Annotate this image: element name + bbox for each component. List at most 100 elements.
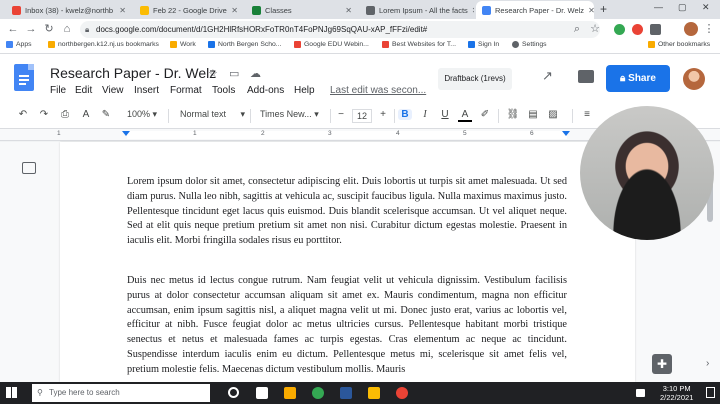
bookmark-other[interactable]: Other bookmarks [648,41,710,48]
back-icon[interactable]: ← [6,22,20,36]
menu-format[interactable]: Format [170,85,202,96]
chevron-down-icon: ▾ [240,109,246,119]
tab-classes[interactable]: Classes ✕ [246,1,358,19]
bookmark-link[interactable]: Best Websites for T... [382,41,456,48]
menu-add-ons[interactable]: Add-ons [247,85,284,96]
browser-menu-icon[interactable]: ⋮ [702,22,716,36]
chrome-profile-icon[interactable] [396,387,408,399]
chrome-icon[interactable] [312,387,324,399]
action-center-icon[interactable] [706,387,715,398]
paragraph[interactable]: Lorem ipsum dolor sit amet, consectetur … [127,175,567,249]
sticky-notes-icon[interactable] [368,387,380,399]
paragraph[interactable]: Duis nec metus id lectus congue rutrum. … [127,274,567,378]
decrease-font-size-icon[interactable]: − [334,109,348,120]
draftback-button[interactable]: Draftback (1revs) [438,68,512,90]
tab-research-paper[interactable]: Research Paper - Dr. Welz ✕ [476,1,594,19]
zoom-select[interactable]: 100% ▾ [127,109,157,120]
task-view-icon[interactable] [256,387,268,399]
document-page[interactable]: Lorem ipsum dolor sit amet, consectetur … [60,142,635,382]
cloud-status-icon[interactable]: ☁ [250,67,261,80]
right-indent-marker-icon[interactable] [562,131,570,136]
move-folder-icon[interactable]: ▭ [229,67,239,80]
insert-link-icon[interactable]: ⛓ [506,109,520,120]
document-title[interactable]: Research Paper - Dr. Welz [50,65,216,81]
url-text: docs.google.com/document/d/1GH2HlRfsHORx… [96,25,428,34]
word-icon[interactable] [340,387,352,399]
bookmark-link[interactable]: North Bergen Scho... [208,41,281,48]
menu-tools[interactable]: Tools [212,85,235,96]
last-edit-link[interactable]: Last edit was secon... [330,85,426,96]
lock-icon: 🔒︎ [85,25,90,34]
extension-icon[interactable] [632,24,643,35]
side-panel-toggle-icon[interactable]: › [706,358,709,369]
extensions-puzzle-icon[interactable] [650,24,661,35]
comments-icon[interactable] [578,70,594,83]
print-icon[interactable]: ⎙ [58,109,72,120]
add-comment-icon[interactable]: ▤ [526,109,540,120]
tab-inbox[interactable]: Inbox (38) - kwelz@northb ✕ [6,1,132,19]
paint-format-icon[interactable]: ✎ [99,109,113,120]
address-bar[interactable]: 🔒︎ docs.google.com/document/d/1GH2HlRfsH… [80,21,600,38]
new-tab-button[interactable]: + [600,2,607,16]
folder-icon [648,41,655,48]
taskbar-search-input[interactable]: ⚲ Type here to search [32,384,210,402]
bookmark-link[interactable]: Settings [512,41,547,48]
browser-tab-strip: Inbox (38) - kwelz@northb ✕ Feb 22 - Goo… [0,0,720,19]
tab-drive[interactable]: Feb 22 - Google Drive ✕ [134,1,244,19]
close-icon[interactable]: ✕ [468,6,474,15]
cortana-icon[interactable] [228,387,239,398]
close-icon[interactable]: ✕ [115,6,126,15]
user-avatar[interactable] [683,68,705,90]
profile-avatar[interactable] [684,22,698,36]
star-icon[interactable]: ☆ [208,67,218,80]
menu-view[interactable]: View [102,85,124,96]
document-outline-icon[interactable] [22,162,36,174]
activity-trend-icon[interactable]: ↗ [542,68,553,84]
home-icon[interactable]: ⌂ [60,22,74,36]
close-window-button[interactable]: ✕ [702,2,710,13]
docs-logo-icon[interactable] [14,64,34,91]
system-clock[interactable]: 3:10 PM 2/22/2021 [660,384,693,402]
notification-icon[interactable] [636,389,645,397]
zoom-icon[interactable]: ⌕ [570,22,584,36]
font-select[interactable]: Times New... ▾ [260,109,319,120]
share-button[interactable]: 🔒︎ Share [606,65,670,92]
bookmark-link[interactable]: Sign In [468,41,499,48]
style-select[interactable]: Normal text ▾ [180,109,245,120]
menu-file[interactable]: File [50,85,66,96]
menu-help[interactable]: Help [294,85,315,96]
italic-button[interactable]: I [418,109,432,120]
bookmark-folder[interactable]: northbergen.k12.nj.us bookmarks [48,41,159,48]
bookmark-apps[interactable]: Apps [6,41,32,48]
tab-lorem-ipsum[interactable]: Lorem Ipsum - All the facts ✕ [360,1,474,19]
explore-icon[interactable]: ✚ [652,354,672,374]
align-left-icon[interactable]: ≡ [580,109,594,120]
reload-icon[interactable]: ↻ [42,22,56,36]
maximize-button[interactable]: ▢ [678,2,687,13]
bookmark-folder[interactable]: Work [170,41,196,48]
spellcheck-icon[interactable]: A [79,109,93,120]
bookmark-link[interactable]: Google EDU Webin... [294,41,369,48]
redo-icon[interactable]: ↷ [37,109,51,120]
menu-edit[interactable]: Edit [75,85,92,96]
highlight-icon[interactable]: ✐ [478,109,492,120]
bold-button[interactable]: B [398,109,412,120]
close-icon[interactable]: ✕ [584,6,594,15]
close-icon[interactable]: ✕ [227,6,238,15]
text-color-button[interactable]: A [458,109,472,122]
forward-icon[interactable]: → [24,22,38,36]
close-icon[interactable]: ✕ [341,6,352,15]
indent-marker-icon[interactable] [122,131,130,136]
extension-icon[interactable] [614,24,625,35]
windows-start-icon[interactable] [6,387,17,398]
minimize-button[interactable]: — [654,2,663,12]
insert-image-icon[interactable]: ▨ [546,109,560,120]
font-size-input[interactable]: 12 [352,109,372,123]
underline-button[interactable]: U [438,109,452,120]
ruler-number: 5 [463,130,467,137]
undo-icon[interactable]: ↶ [16,109,30,120]
file-explorer-icon[interactable] [284,387,296,399]
menu-insert[interactable]: Insert [134,85,159,96]
bookmark-star-icon[interactable]: ☆ [588,22,602,36]
increase-font-size-icon[interactable]: + [376,109,390,120]
